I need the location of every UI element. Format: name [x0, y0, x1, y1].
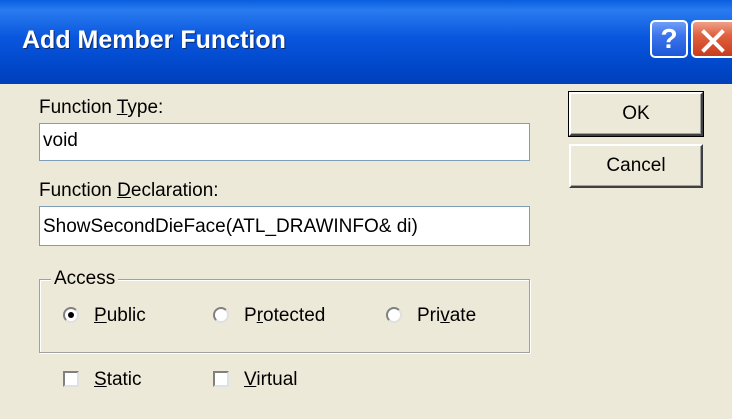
static-checkbox[interactable] [63, 371, 79, 387]
help-button[interactable]: ? [650, 20, 688, 58]
function-type-label-rest: ype: [127, 97, 164, 118]
virtual-label-rest: irtual [256, 369, 298, 390]
close-button[interactable] [691, 20, 732, 58]
radio-public-accel: P [94, 305, 107, 326]
radio-protected[interactable] [213, 307, 229, 323]
ok-button[interactable]: OK [568, 91, 704, 137]
static-checkbox-label[interactable]: Static [94, 369, 142, 391]
radio-selected-dot [68, 312, 74, 318]
virtual-checkbox[interactable] [213, 371, 229, 387]
static-accel: S [94, 369, 107, 390]
virtual-checkbox-label[interactable]: Virtual [244, 369, 298, 391]
function-type-label-text: Function [39, 97, 117, 118]
function-declaration-label: Function Declaration: [39, 180, 219, 202]
radio-private[interactable] [386, 307, 402, 323]
radio-private-label-rest: ate [449, 305, 477, 326]
function-declaration-accel: D [117, 180, 131, 201]
static-label-rest: tatic [106, 369, 142, 390]
title-bar[interactable]: Add Member Function ? [0, 0, 732, 84]
virtual-accel: V [244, 369, 257, 390]
function-type-input[interactable]: void [39, 123, 530, 161]
function-declaration-label-text: Function [39, 180, 118, 201]
function-type-accel: T [116, 97, 128, 118]
radio-protected-label-before: P [244, 305, 257, 326]
radio-public-label-rest: ublic [106, 305, 146, 326]
function-declaration-input[interactable]: ShowSecondDieFace(ATL_DRAWINFO& di) [39, 206, 530, 246]
radio-public[interactable] [63, 307, 79, 323]
radio-protected-label[interactable]: Protected [244, 305, 325, 327]
close-icon [701, 29, 725, 53]
function-declaration-label-rest: eclaration: [130, 180, 219, 201]
radio-private-accel: v [440, 305, 450, 326]
radio-private-label[interactable]: Private [417, 305, 476, 327]
function-type-label: Function Type: [39, 97, 163, 119]
cancel-button[interactable]: Cancel [569, 144, 703, 188]
radio-private-label-before: Pri [417, 305, 441, 326]
access-legend: Access [51, 268, 119, 290]
radio-public-label[interactable]: Public [94, 305, 146, 327]
window-title: Add Member Function [22, 26, 286, 54]
radio-protected-label-rest: otected [263, 305, 326, 326]
add-member-function-dialog: Add Member Function ? Function Type: voi… [0, 0, 732, 419]
